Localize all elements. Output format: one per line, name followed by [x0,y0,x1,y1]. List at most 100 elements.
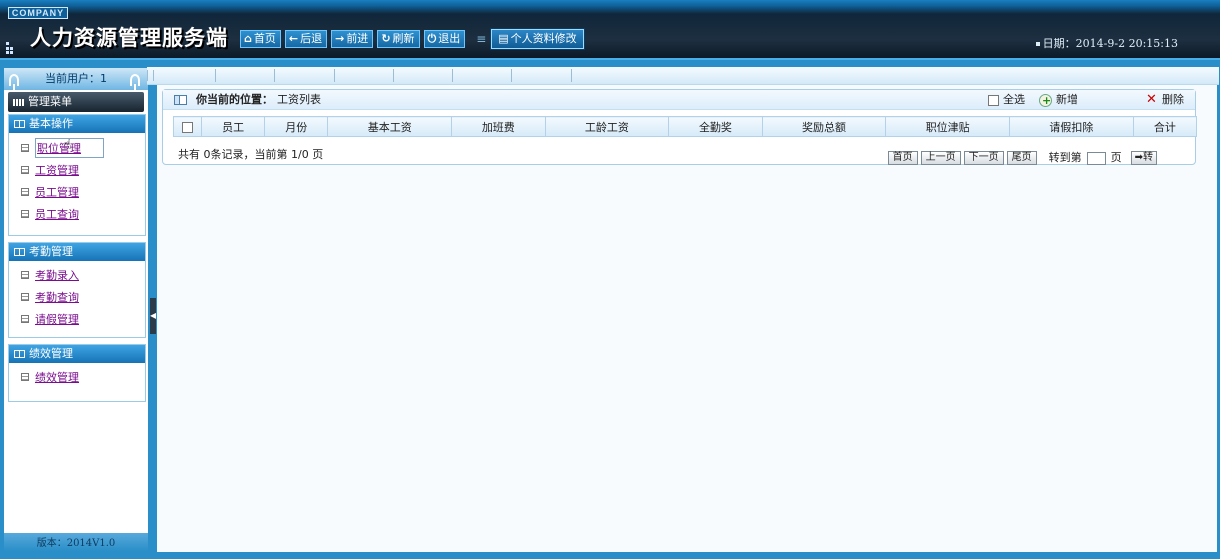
checkbox-icon [988,94,999,106]
sidebar-link-employee-query[interactable]: 员工查询 [35,206,79,222]
content-area: 你当前的位置： 工资列表 全选 新增 ✕ 删除 员工 月份 基本工 [147,66,1219,553]
column-header: 工龄工资 [544,116,670,137]
logout-button[interactable]: ⏻ 退出 [423,30,466,48]
column-header: 全勤奖 [668,116,763,137]
back-button[interactable]: ← 后退 [284,30,328,48]
bullet-icon [1035,42,1040,46]
section-title-attendance[interactable]: 考勤管理 [9,243,145,261]
table-header-row: 员工 月份 基本工资 加班费 工龄工资 全勤奖 奖励总额 职位津贴 请假扣除 合… [173,116,1198,137]
logo-dots-icon [6,42,16,54]
book-icon [14,120,25,128]
company-logo: COMPANY [8,7,68,19]
select-all-label: 全选 [1003,93,1025,106]
forward-button[interactable]: → 前进 [331,30,374,48]
location-icon [174,95,187,105]
document-icon [21,144,29,152]
sidebar-item-position: 职位管理 [9,137,145,159]
back-label: 后退 [300,32,323,45]
add-button[interactable]: 新增 [1039,90,1078,111]
salary-table: 员工 月份 基本工资 加班费 工龄工资 全勤奖 奖励总额 职位津贴 请假扣除 合… [173,116,1198,137]
goto-suffix-label: 页 [1110,151,1122,164]
location-value: 工资列表 [277,93,321,106]
home-icon: ⌂ [244,32,252,45]
book-icon [14,350,25,358]
menu-lines-icon: ≡ [476,32,487,46]
delete-icon: ✕ [1146,92,1157,107]
column-header: 合计 [1132,116,1198,137]
current-user-label: 当前用户：1 [45,72,107,85]
document-icon [21,188,29,196]
delete-button[interactable]: ✕ 删除 [1146,90,1184,110]
section-title-basic[interactable]: 基本操作 [9,115,145,133]
sidebar-link-attendance-query[interactable]: 考勤查询 [35,289,79,305]
menu-title-label: 管理菜单 [28,95,72,108]
goto-prefix-label: 转到第 [1048,151,1082,164]
current-user-bar: 当前用户：1 [4,68,148,92]
sidebar-item-attendance-query: 考勤查询 [9,286,145,308]
section-performance: 绩效管理 绩效管理 [8,344,146,402]
version-label: 版本：2014V1.0 [4,533,148,551]
sidebar-item-employee-query: 员工查询 [9,203,145,225]
first-page-button[interactable]: 首页 [887,151,918,165]
hand-cursor-icon: ☝ [63,137,72,153]
section-attendance: 考勤管理 考勤录入 考勤查询 请假管理 [8,242,146,338]
select-all-button[interactable]: 全选 [988,90,1025,110]
home-button[interactable]: ⌂ 首页 [240,30,281,48]
sidebar-item-performance: 绩效管理 [9,366,145,388]
home-label: 首页 [253,32,276,45]
go-label: 转 [1143,152,1153,163]
section-title-label: 基本操作 [29,117,73,130]
salary-list-panel: 你当前的位置： 工资列表 全选 新增 ✕ 删除 员工 月份 基本工 [162,89,1198,168]
refresh-icon: ↻ [381,32,391,45]
sidebar-item-attendance-entry: 考勤录入 [9,264,145,286]
add-icon [1039,91,1052,111]
next-page-button[interactable]: 下一页 [963,151,1004,165]
sidebar-item-leave: 请假管理 [9,308,145,330]
book-icon [14,248,25,256]
location-label: 你当前的位置： [196,93,273,106]
sidebar-link-performance[interactable]: 绩效管理 [35,369,79,385]
forward-label: 前进 [346,32,369,45]
app-header: COMPANY 人力资源管理服务端 ⌂ 首页 ← 后退 → 前进 ↻ 刷新 ⏻ … [0,0,1220,60]
column-header: 月份 [264,116,329,137]
document-icon [21,166,29,174]
tab-strip [147,67,1219,85]
column-header: 职位津贴 [885,116,1011,137]
goto-page-input[interactable] [1086,151,1106,165]
section-title-label: 考勤管理 [29,245,73,258]
section-title-performance[interactable]: 绩效管理 [9,345,145,363]
sidebar-link-leave[interactable]: 请假管理 [35,311,79,327]
app-title: 人力资源管理服务端 [30,26,228,50]
pager-buttons: 首页 上一页 下一页 尾页 转到第 页 ➡转 [887,148,1157,168]
last-page-button[interactable]: 尾页 [1006,151,1037,165]
section-title-label: 绩效管理 [29,347,73,360]
footer-strip [0,553,1220,559]
sidebar-link-employee[interactable]: 员工管理 [35,184,79,200]
refresh-button[interactable]: ↻ 刷新 [377,30,420,48]
column-header: 奖励总额 [761,116,887,137]
pin-icon [9,74,19,92]
sidebar-item-employee: 员工管理 [9,181,145,203]
refresh-label: 刷新 [392,32,415,45]
profile-edit-label: 个人资料修改 [510,32,577,45]
forward-arrow-icon: → [335,32,345,45]
record-count: 共有 0条记录，当前第 1/0 页 [178,148,324,161]
power-icon: ⏻ [427,32,437,45]
date-text: 日期：2014-9-2 20:15:13 [1042,37,1178,50]
header-select-all-checkbox[interactable] [173,116,202,137]
delete-label: 删除 [1162,93,1184,106]
column-header: 请假扣除 [1009,116,1134,137]
grid-icon [13,99,25,106]
go-button[interactable]: ➡转 [1130,151,1157,165]
document-icon [21,373,29,381]
back-arrow-icon: ← [288,32,299,45]
top-nav: ⌂ 首页 ← 后退 → 前进 ↻ 刷新 ⏻ 退出 ≡ ▤ 个人资料修改 [240,29,584,49]
sidebar-link-salary[interactable]: 工资管理 [35,162,79,178]
document-icon: ▤ [498,32,509,45]
document-icon [21,293,29,301]
profile-edit-button[interactable]: ▤ 个人资料修改 [491,29,584,49]
add-label: 新增 [1056,93,1078,106]
prev-page-button[interactable]: 上一页 [920,151,961,165]
document-icon [21,315,29,323]
sidebar-link-attendance-entry[interactable]: 考勤录入 [35,267,79,283]
